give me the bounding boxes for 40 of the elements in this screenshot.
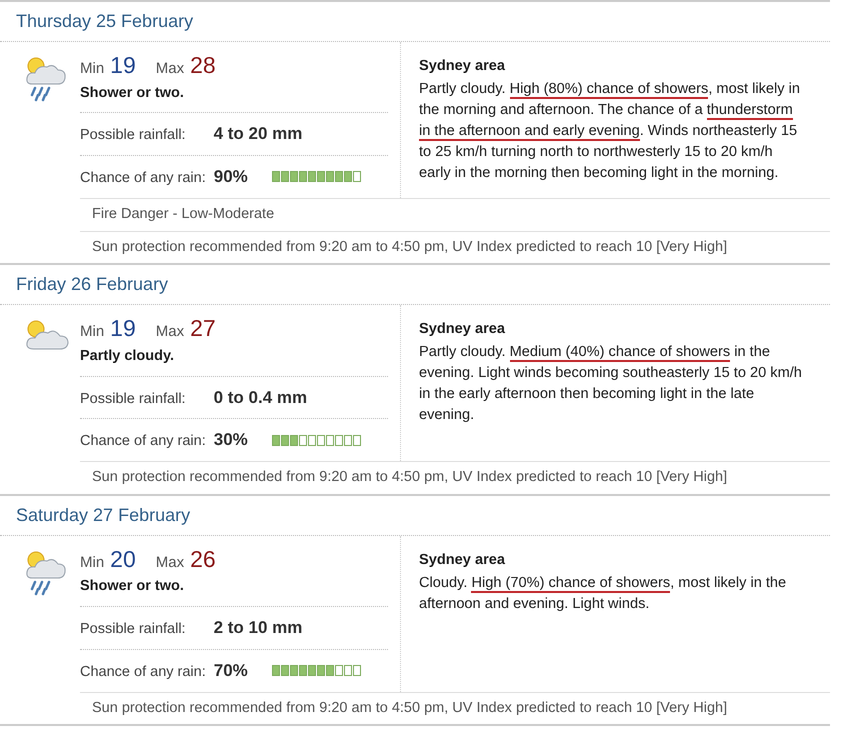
rainfall-label: Possible rainfall: — [80, 390, 186, 408]
rain-chance-value: 70% — [214, 660, 248, 682]
forecast-text: Partly cloudy. Medium (40%) chance of showers in the evening. Light winds becoming southeasterly 15 to 20 km/h in the early afternoon then becoming light in the late evening. — [419, 343, 803, 426]
max-label: Max — [156, 59, 184, 79]
min-temperature: 20 — [110, 544, 136, 574]
rain-chance-value: 90% — [214, 166, 248, 188]
max-temperature: 27 — [190, 314, 216, 344]
rain-chance-label: Chance of any rain: — [80, 662, 206, 682]
rain-chance-label: Chance of any rain: — [80, 432, 206, 452]
max-temperature: 26 — [190, 544, 216, 574]
forecast-note: Sun protection recommended from 9:20 am to 4:50 pm, UV Index predicted to reach 10 [Very High] — [80, 461, 830, 494]
day-title: Friday 26 February — [0, 265, 830, 306]
area-name: Sydney area — [419, 320, 506, 340]
forecast-note: Sun protection recommended from 9:20 am to 4:50 pm, UV Index predicted to reach 10 [Very High] — [80, 692, 830, 724]
max-temperature: 28 — [190, 51, 216, 80]
rain-chance-value: 30% — [214, 429, 248, 452]
forecast-text: Cloudy. High (70%) chance of showers, most likely in the afternoon and evening. Light winds. — [419, 574, 788, 614]
max-label: Max — [156, 552, 184, 573]
rain-chance-label: Chance of any rain: — [80, 169, 206, 188]
rainfall-label: Possible rainfall: — [80, 126, 186, 146]
min-label: Min — [80, 322, 104, 342]
area-name: Sydney area — [419, 57, 506, 76]
rainfall-label: Possible rainfall: — [80, 620, 186, 639]
area-name: Sydney area — [419, 550, 506, 570]
forecast-text: Partly cloudy. High (80%) chance of showers, most likely in the morning and afternoon. The chance of a thunderstorm in the afternoon and early evening. Winds northeasterly 15 to 25 km/h turning north to northwesterly 15 to 20 km/h early in the morning then becoming light in the morning. — [419, 80, 801, 183]
rainfall-amount: 0 to 0.4 mm — [214, 386, 308, 408]
forecast-summary: Shower or two. — [80, 577, 185, 596]
min-temperature: 19 — [110, 314, 136, 344]
rainfall-amount: 2 to 10 mm — [214, 617, 302, 639]
forecast-note: Sun protection recommended from 9:20 am to 4:50 pm, UV Index predicted to reach 10 [Very High] — [80, 230, 830, 264]
rainfall-amount: 4 to 20 mm — [214, 123, 302, 146]
forecast-note: Fire Danger - Low-Moderate — [80, 198, 830, 230]
forecast-summary: Partly cloudy. — [80, 346, 176, 366]
min-label: Min — [80, 552, 104, 573]
day-title: Thursday 25 February — [0, 2, 830, 42]
max-label: Max — [156, 322, 184, 342]
min-temperature: 19 — [110, 51, 136, 80]
forecast-summary: Shower or two. — [80, 84, 185, 102]
day-title: Saturday 27 February — [0, 496, 830, 536]
min-label: Min — [80, 59, 104, 79]
